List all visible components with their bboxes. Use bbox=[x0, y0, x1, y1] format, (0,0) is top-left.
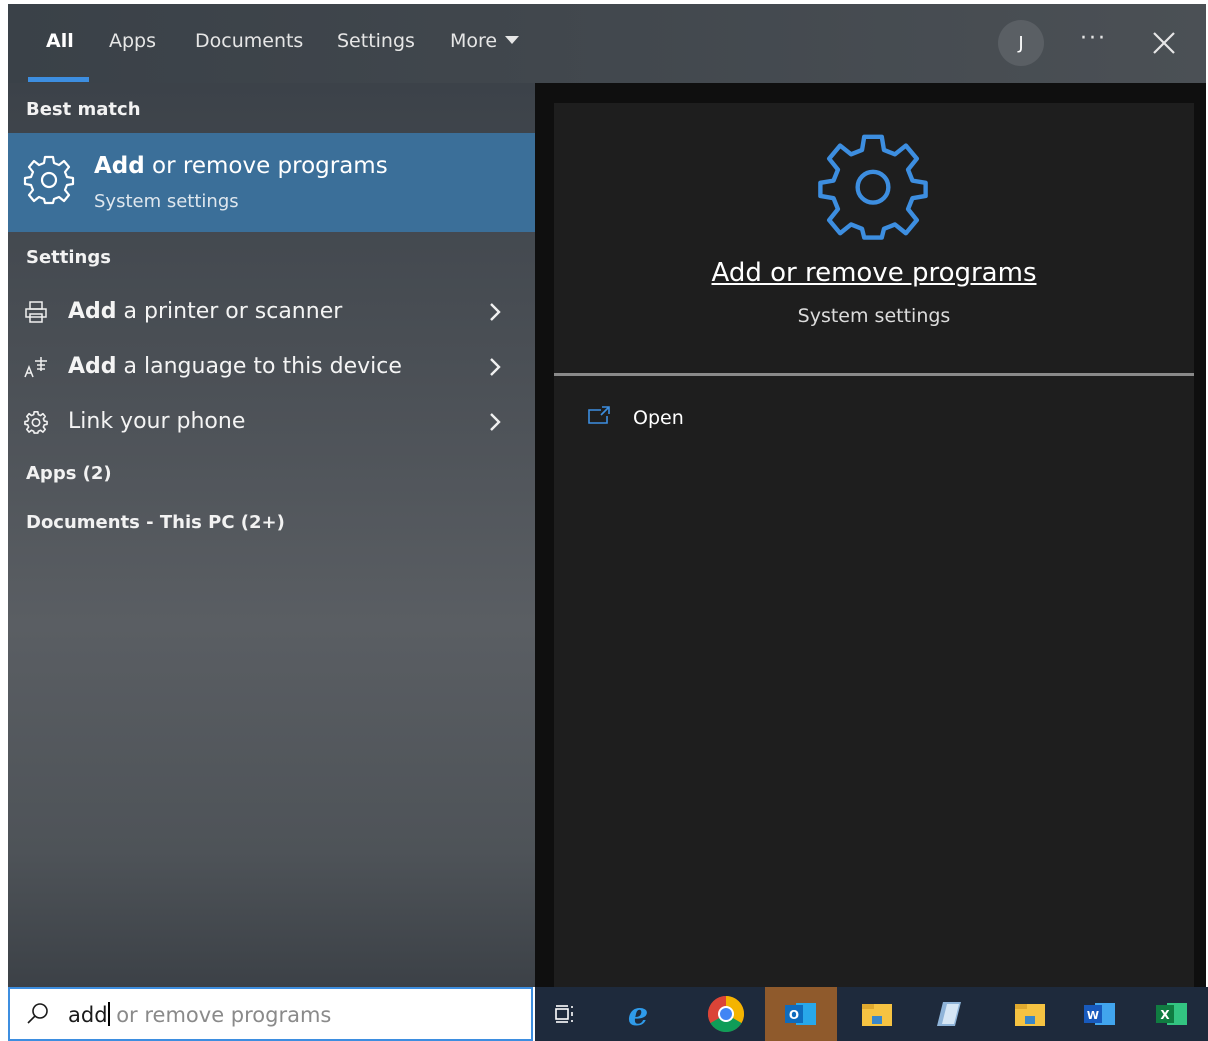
setting-item-label-bold: Add bbox=[68, 354, 117, 379]
chrome-icon bbox=[707, 996, 745, 1033]
search-input[interactable]: add or remove programs bbox=[8, 987, 533, 1041]
folder-button[interactable] bbox=[1000, 987, 1060, 1041]
folder-icon bbox=[1015, 1004, 1045, 1026]
open-label: Open bbox=[633, 407, 684, 429]
user-avatar[interactable]: J bbox=[998, 20, 1044, 66]
search-header: All Apps Documents Settings More J ··· bbox=[8, 4, 1206, 83]
setting-item-label-bold: Add bbox=[68, 299, 117, 324]
setting-item-label: Link your phone bbox=[68, 409, 245, 434]
best-match-title: Add or remove programs bbox=[94, 153, 388, 179]
svg-text:X: X bbox=[1160, 1008, 1170, 1022]
svg-text:W: W bbox=[1087, 1009, 1099, 1022]
chevron-right-icon bbox=[490, 413, 501, 431]
search-query: add or remove programs bbox=[68, 1002, 331, 1027]
edge-icon: e bbox=[628, 997, 648, 1031]
best-match-title-rest: or remove programs bbox=[144, 153, 388, 179]
caret-down-icon bbox=[505, 35, 520, 44]
more-options-button[interactable]: ··· bbox=[1080, 26, 1107, 51]
settings-heading: Settings bbox=[26, 247, 111, 268]
file-explorer-button[interactable] bbox=[847, 987, 907, 1041]
svg-text:O: O bbox=[789, 1008, 799, 1022]
detail-card: Add or remove programs System settings O… bbox=[554, 103, 1194, 987]
detail-pane: Add or remove programs System settings O… bbox=[535, 83, 1206, 987]
setting-item-label: Add a printer or scanner bbox=[68, 299, 342, 324]
setting-item-add-printer[interactable]: Add a printer or scanner bbox=[8, 286, 535, 340]
setting-item-label: Add a language to this device bbox=[68, 354, 402, 379]
best-match-heading: Best match bbox=[26, 99, 141, 120]
tab-more[interactable]: More bbox=[450, 30, 520, 52]
apps-heading[interactable]: Apps (2) bbox=[26, 463, 112, 484]
taskbar: e O W X bbox=[535, 987, 1208, 1041]
outlook-button[interactable]: O bbox=[765, 987, 837, 1041]
svg-text:e: e bbox=[628, 997, 648, 1031]
documents-heading[interactable]: Documents - This PC (2+) bbox=[26, 512, 285, 533]
tab-documents[interactable]: Documents bbox=[195, 30, 303, 52]
setting-item-link-phone[interactable]: Link your phone bbox=[8, 396, 535, 450]
chevron-right-icon bbox=[490, 358, 501, 376]
gear-icon bbox=[23, 155, 75, 205]
task-view-icon bbox=[555, 1005, 573, 1023]
close-icon[interactable] bbox=[1150, 29, 1178, 57]
setting-item-label-rest: Link your phone bbox=[68, 409, 246, 434]
excel-icon: X bbox=[1156, 1003, 1187, 1025]
word-icon: W bbox=[1084, 1003, 1115, 1025]
excel-button[interactable]: X bbox=[1142, 987, 1202, 1041]
detail-title-link[interactable]: Add or remove programs bbox=[554, 258, 1194, 288]
printer-icon bbox=[25, 301, 47, 323]
open-action[interactable]: Open bbox=[587, 403, 787, 439]
open-window-icon bbox=[588, 406, 610, 424]
tab-apps[interactable]: Apps bbox=[109, 30, 156, 52]
tab-settings[interactable]: Settings bbox=[337, 30, 415, 52]
setting-item-label-rest: a language to this device bbox=[116, 354, 402, 379]
detail-subtitle: System settings bbox=[797, 305, 951, 327]
file-explorer-icon bbox=[862, 1004, 892, 1026]
outlook-icon: O bbox=[785, 1003, 816, 1025]
active-tab-indicator bbox=[28, 77, 89, 82]
search-icon bbox=[27, 1003, 48, 1024]
setting-item-label-rest: a printer or scanner bbox=[116, 299, 343, 324]
gear-icon bbox=[818, 134, 928, 240]
edge-button[interactable]: e bbox=[608, 987, 668, 1041]
task-view-button[interactable] bbox=[535, 987, 595, 1041]
gear-small-icon bbox=[24, 411, 48, 434]
best-match-title-bold: Add bbox=[94, 153, 145, 179]
chrome-button[interactable] bbox=[696, 987, 756, 1041]
chevron-right-icon bbox=[490, 303, 501, 321]
best-match-subtitle: System settings bbox=[94, 191, 239, 212]
tab-more-label: More bbox=[450, 30, 498, 52]
divider bbox=[554, 373, 1194, 376]
word-button[interactable]: W bbox=[1070, 987, 1130, 1041]
notes-icon bbox=[937, 1002, 961, 1026]
search-window: All Apps Documents Settings More J ··· B… bbox=[8, 4, 1206, 987]
search-typed-text: add bbox=[68, 1003, 108, 1027]
search-suggestion-text: or remove programs bbox=[109, 1003, 332, 1027]
tab-all[interactable]: All bbox=[46, 30, 74, 52]
best-match-result[interactable]: Add or remove programs System settings bbox=[8, 133, 535, 232]
setting-item-add-language[interactable]: Add a language to this device bbox=[8, 341, 535, 395]
notes-button[interactable] bbox=[919, 987, 979, 1041]
results-pane: Best match Add or remove programs System… bbox=[8, 83, 535, 987]
language-icon bbox=[24, 357, 47, 378]
